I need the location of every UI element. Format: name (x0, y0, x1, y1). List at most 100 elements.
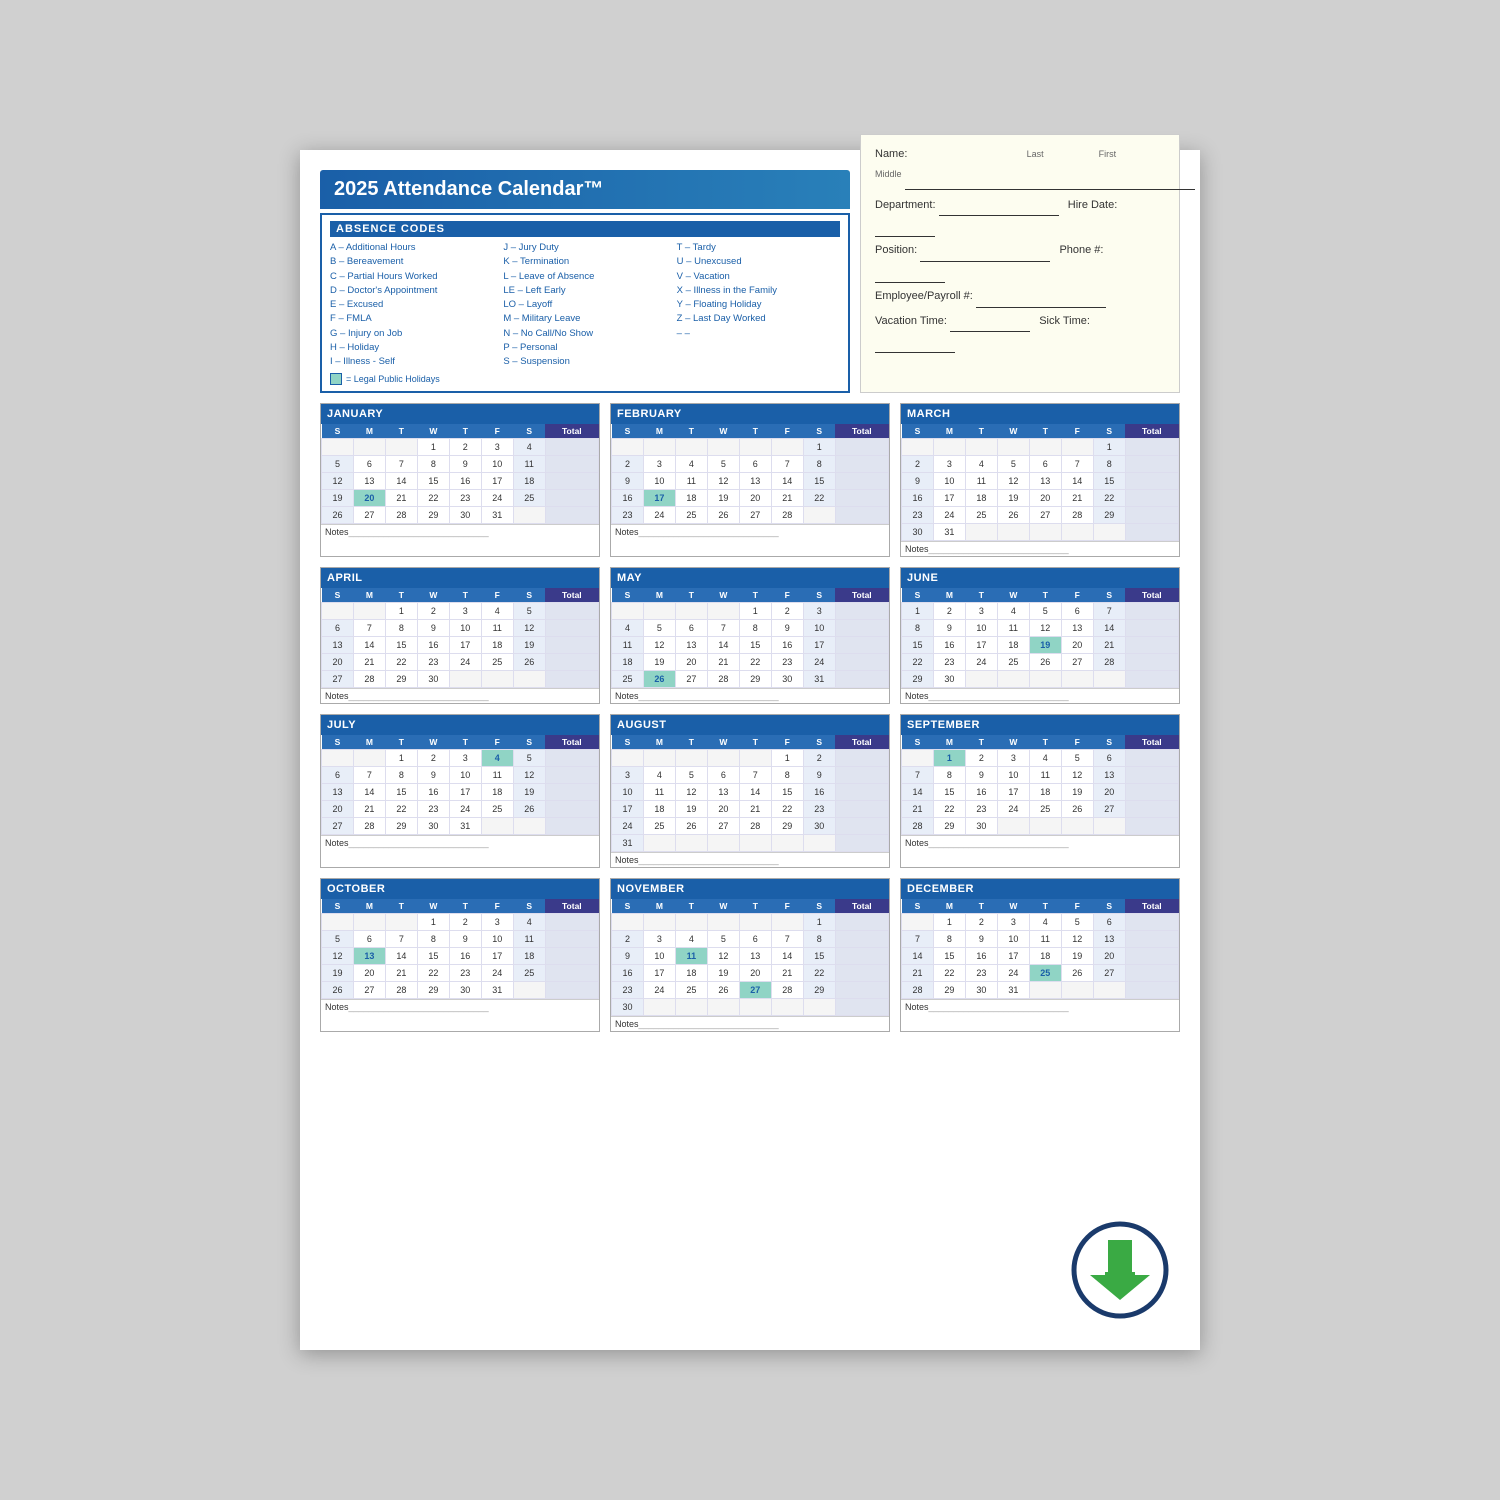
day-cell: 9 (902, 473, 934, 490)
day-cell: 25 (481, 654, 513, 671)
day-cell (643, 603, 675, 620)
legal-holiday-note: = Legal Public Holidays (330, 373, 840, 385)
absence-col-2: J – Jury DutyK – TerminationL – Leave of… (503, 241, 666, 369)
day-cell: 7 (1093, 603, 1125, 620)
day-cell: 6 (322, 767, 354, 784)
day-cell: 25 (481, 801, 513, 818)
total-cell (835, 750, 888, 767)
day-cell: 18 (481, 784, 513, 801)
weekday-header: M (933, 588, 965, 603)
total-cell (1125, 948, 1178, 965)
absence-header: ABSENCE CODES (330, 221, 840, 237)
absence-item: D – Doctor's Appointment (330, 284, 493, 298)
day-cell: 22 (771, 801, 803, 818)
day-cell: 18 (675, 965, 707, 982)
total-cell (1125, 965, 1178, 982)
day-cell: 13 (322, 784, 354, 801)
month-calendar: OCTOBERSMTWTFSTotal123456789101112131415… (320, 878, 600, 1032)
weekday-header: W (707, 899, 739, 914)
day-cell (675, 914, 707, 931)
day-cell: 16 (417, 784, 449, 801)
month-header: MARCH (901, 404, 1179, 424)
day-cell: 29 (385, 671, 417, 688)
day-cell: 10 (481, 456, 513, 473)
day-cell: 12 (1061, 931, 1093, 948)
day-cell: 12 (997, 473, 1029, 490)
weekday-header: S (513, 899, 545, 914)
day-cell (933, 439, 965, 456)
day-cell: 6 (1093, 914, 1125, 931)
total-cell (835, 637, 888, 654)
day-cell: 5 (675, 767, 707, 784)
download-icon[interactable] (1070, 1220, 1170, 1320)
day-cell: 24 (965, 654, 997, 671)
weekday-header: S (322, 588, 354, 603)
total-cell (1125, 801, 1178, 818)
day-cell (643, 750, 675, 767)
absence-item: – – (677, 327, 840, 341)
day-cell: 18 (675, 490, 707, 507)
day-cell: 27 (353, 507, 385, 524)
day-cell: 22 (1093, 490, 1125, 507)
day-cell (643, 914, 675, 931)
month-header: SEPTEMBER (901, 715, 1179, 735)
day-cell (675, 999, 707, 1016)
weekday-header: W (707, 424, 739, 439)
day-cell: 24 (481, 490, 513, 507)
day-cell: 1 (1093, 439, 1125, 456)
weekday-header: S (322, 735, 354, 750)
day-cell: 22 (933, 801, 965, 818)
day-cell: 22 (933, 965, 965, 982)
day-cell: 23 (449, 490, 481, 507)
total-cell (545, 767, 598, 784)
weekday-header: W (417, 899, 449, 914)
day-cell: 16 (449, 948, 481, 965)
total-cell (835, 620, 888, 637)
middle-label: Middle (875, 169, 902, 179)
day-cell: 11 (513, 931, 545, 948)
day-cell: 30 (902, 524, 934, 541)
month-calendar: AUGUSTSMTWTFSTotal1234567891011121314151… (610, 714, 890, 868)
day-cell: 13 (322, 637, 354, 654)
month-header: DECEMBER (901, 879, 1179, 899)
name-line: Name: Last First Middle (875, 145, 1165, 185)
day-cell (771, 914, 803, 931)
weekday-header: S (1093, 899, 1125, 914)
absence-item: N – No Call/No Show (503, 327, 666, 341)
day-cell: 17 (803, 637, 835, 654)
day-cell: 11 (675, 473, 707, 490)
day-cell: 12 (322, 948, 354, 965)
day-cell: 15 (739, 637, 771, 654)
day-cell: 1 (385, 603, 417, 620)
day-cell: 24 (997, 965, 1029, 982)
day-cell (965, 671, 997, 688)
day-cell (322, 603, 354, 620)
day-cell (675, 750, 707, 767)
day-cell: 30 (449, 507, 481, 524)
day-cell: 11 (513, 456, 545, 473)
day-cell: 8 (803, 931, 835, 948)
day-cell: 28 (353, 671, 385, 688)
day-cell (675, 603, 707, 620)
day-cell: 26 (643, 671, 675, 688)
day-cell: 28 (902, 982, 934, 999)
weekday-header: T (385, 424, 417, 439)
day-cell (513, 507, 545, 524)
day-cell (771, 835, 803, 852)
day-cell (771, 439, 803, 456)
day-cell (707, 439, 739, 456)
day-cell: 2 (965, 750, 997, 767)
day-cell: 23 (902, 507, 934, 524)
day-cell: 25 (1029, 965, 1061, 982)
employee-info-section: Name: Last First Middle Department: (860, 134, 1180, 393)
day-cell: 7 (1061, 456, 1093, 473)
total-cell (1125, 637, 1178, 654)
day-cell: 18 (997, 637, 1029, 654)
weekday-header: M (353, 735, 385, 750)
day-cell: 24 (803, 654, 835, 671)
day-cell: 18 (1029, 948, 1061, 965)
day-cell: 13 (675, 637, 707, 654)
day-cell: 17 (997, 948, 1029, 965)
day-cell: 7 (385, 456, 417, 473)
weekday-header: T (385, 899, 417, 914)
